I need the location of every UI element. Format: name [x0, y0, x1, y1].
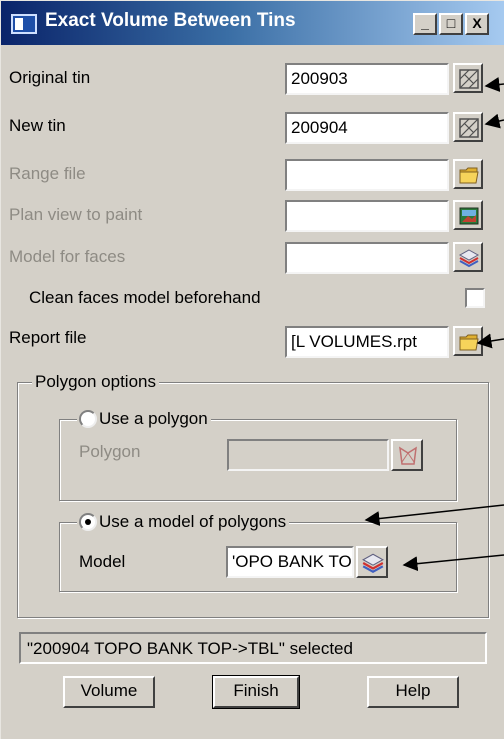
- model-pick-button[interactable]: [356, 546, 388, 578]
- folder-icon: [459, 334, 479, 351]
- plan-view-pick-button[interactable]: [453, 200, 483, 230]
- new-tin-pick-button[interactable]: [453, 112, 483, 142]
- original-tin-label: Original tin: [9, 68, 91, 87]
- polygon-label: Polygon: [79, 442, 141, 461]
- dialog-window: Exact Volume Between Tins _ □ X Original…: [0, 0, 504, 739]
- finish-button[interactable]: Finish: [212, 675, 300, 709]
- model-faces-field[interactable]: [285, 242, 449, 274]
- polygon-options-legend: Polygon options: [32, 372, 159, 392]
- original-tin-field[interactable]: 200903: [285, 63, 449, 95]
- report-file-field[interactable]: [L VOLUMES.rpt: [285, 326, 449, 358]
- tin-select-icon: [459, 118, 479, 138]
- report-file-browse-button[interactable]: [453, 326, 483, 356]
- clean-faces-checkbox[interactable]: [465, 288, 485, 308]
- maximize-button[interactable]: □: [439, 13, 463, 35]
- range-file-field[interactable]: [285, 159, 449, 191]
- help-button[interactable]: Help: [367, 676, 459, 708]
- use-polygon-option[interactable]: Use a polygon: [77, 409, 211, 429]
- range-file-label: Range file: [9, 164, 86, 183]
- polygon-pick-button[interactable]: [391, 439, 423, 471]
- range-file-browse-button[interactable]: [453, 159, 483, 189]
- volume-button[interactable]: Volume: [63, 676, 155, 708]
- status-bar: "200904 TOPO BANK TOP->TBL" selected: [19, 632, 487, 664]
- app-icon: [11, 14, 37, 34]
- model-field[interactable]: 'OPO BANK TOP: [226, 546, 354, 578]
- new-tin-field[interactable]: 200904: [285, 112, 449, 144]
- use-model-label: Use a model of polygons: [99, 512, 287, 531]
- model-label: Model: [79, 552, 126, 571]
- model-faces-label: Model for faces: [9, 247, 126, 266]
- model-faces-pick-button[interactable]: [453, 242, 483, 272]
- new-tin-label: New tin: [9, 116, 66, 135]
- use-model-radio[interactable]: [79, 513, 97, 531]
- clean-faces-label: Clean faces model beforehand: [29, 288, 261, 307]
- model-layers-icon: [362, 553, 384, 573]
- tin-select-icon: [459, 69, 479, 89]
- report-file-label: Report file: [9, 328, 87, 347]
- use-model-option[interactable]: Use a model of polygons: [77, 512, 290, 532]
- title-bar[interactable]: Exact Volume Between Tins _ □ X: [1, 1, 504, 45]
- use-polygon-label: Use a polygon: [99, 409, 208, 428]
- polygon-pick-icon: [399, 446, 417, 465]
- plan-view-icon: [459, 207, 479, 225]
- folder-icon: [459, 167, 479, 184]
- original-tin-pick-button[interactable]: [453, 63, 483, 93]
- polygon-field[interactable]: [227, 439, 389, 471]
- use-polygon-radio[interactable]: [79, 410, 97, 428]
- window-title: Exact Volume Between Tins: [45, 10, 296, 31]
- plan-view-field[interactable]: [285, 200, 449, 232]
- minimize-button[interactable]: _: [413, 13, 437, 35]
- close-button[interactable]: X: [465, 13, 489, 35]
- plan-view-label: Plan view to paint: [9, 205, 143, 224]
- model-layers-icon: [458, 249, 480, 268]
